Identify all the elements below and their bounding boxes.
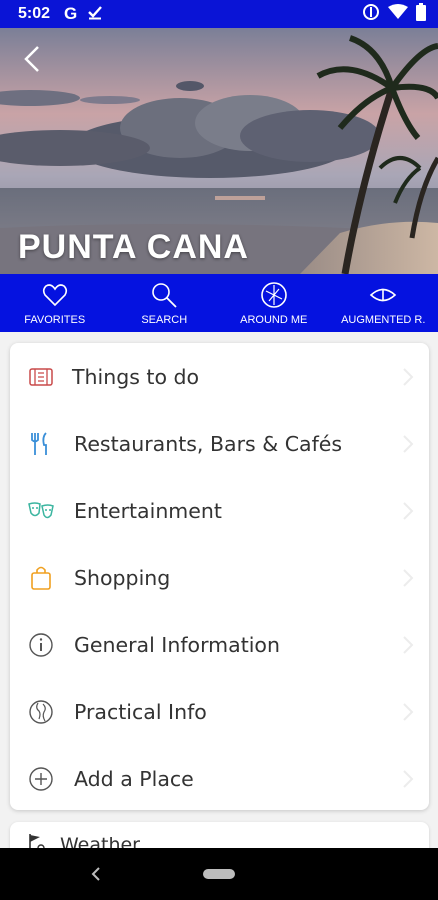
back-chevron-icon[interactable]: [18, 44, 48, 74]
status-icons: [362, 3, 426, 25]
battery-icon: [416, 3, 426, 25]
status-bar: 5:02 G: [0, 0, 438, 28]
menu-item-restaurants[interactable]: Restaurants, Bars & Cafés: [10, 410, 429, 477]
menu-item-label: Practical Info: [74, 699, 207, 724]
compass-icon: [260, 282, 287, 308]
menu-item-practical-info[interactable]: Practical Info: [10, 678, 429, 745]
chevron-right-icon: [403, 434, 414, 453]
nav-home-pill[interactable]: [203, 869, 235, 879]
menu-item-add-a-place[interactable]: Add a Place: [10, 745, 429, 812]
globe-icon: [26, 697, 56, 727]
theater-masks-icon: [26, 496, 56, 526]
data-saver-icon: [362, 3, 380, 25]
chevron-right-icon: [403, 501, 414, 520]
category-menu: Things to do Restaurants, Bars & Cafés E…: [10, 343, 429, 810]
tab-label: AROUND ME: [240, 314, 308, 326]
hero-banner: PUNTA CANA: [0, 28, 438, 274]
tab-bar: FAVORITES SEARCH AROUND ME AUGMENTED R.: [0, 274, 438, 332]
search-icon: [152, 283, 177, 308]
plus-circle-icon: [26, 764, 56, 794]
status-time: 5:02: [18, 5, 51, 22]
chevron-right-icon: [403, 702, 414, 721]
menu-item-label: Shopping: [74, 565, 171, 590]
menu-item-shopping[interactable]: Shopping: [10, 544, 429, 611]
menu-item-label: Add a Place: [74, 766, 194, 791]
nav-back-icon[interactable]: [86, 864, 106, 884]
heart-icon: [42, 284, 67, 307]
eye-icon: [370, 288, 397, 302]
tab-augmented-reality[interactable]: AUGMENTED R.: [329, 274, 438, 332]
tab-search[interactable]: SEARCH: [110, 274, 220, 332]
wifi-icon: [388, 4, 408, 24]
menu-item-general-information[interactable]: General Information: [10, 611, 429, 678]
tab-label: FAVORITES: [24, 314, 86, 326]
menu-item-label: Restaurants, Bars & Cafés: [74, 431, 343, 456]
info-icon: [26, 630, 56, 660]
menu-item-label: Things to do: [72, 364, 200, 389]
ticket-icon: [26, 362, 56, 392]
system-nav-bar: [0, 848, 438, 900]
tab-label: SEARCH: [141, 314, 188, 326]
menu-item-entertainment[interactable]: Entertainment: [10, 477, 429, 544]
tab-label: AUGMENTED R.: [341, 314, 426, 326]
chevron-right-icon: [403, 568, 414, 587]
fork-knife-icon: [26, 429, 56, 459]
chevron-right-icon: [403, 367, 414, 386]
tab-around-me[interactable]: AROUND ME: [219, 274, 329, 332]
chevron-right-icon: [403, 635, 414, 654]
tab-favorites[interactable]: FAVORITES: [0, 274, 110, 332]
menu-item-things-to-do[interactable]: Things to do: [10, 343, 429, 410]
chevron-right-icon: [403, 769, 414, 788]
checkmark-icon: [87, 4, 103, 24]
google-icon: G: [64, 4, 78, 23]
page-title: PUNTA CANA: [18, 228, 249, 266]
shopping-bag-icon: [26, 563, 56, 593]
menu-item-label: Entertainment: [74, 498, 222, 523]
menu-item-label: General Information: [74, 632, 280, 657]
